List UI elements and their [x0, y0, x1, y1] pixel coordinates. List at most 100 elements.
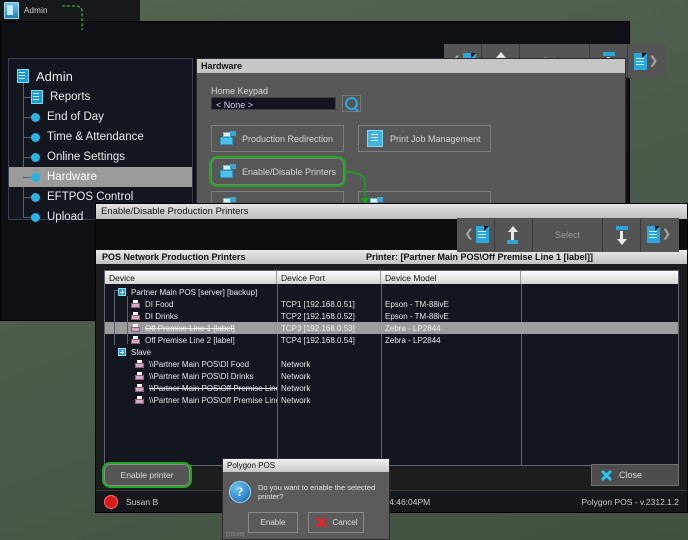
column-header-device-port[interactable]: Device Port [277, 271, 381, 284]
table-row[interactable]: \\Partner Main POS\DI Food Network [105, 358, 678, 370]
admin-nav-tree: Admin Reports End of Day Time & Attendan… [8, 58, 193, 223]
cell-device: \\Partner Main POS\DI Drinks [149, 371, 254, 381]
button-label: Print Job Management [390, 133, 481, 144]
panel-header: Hardware [197, 59, 625, 73]
table-row[interactable]: \\Partner Main POS\DI Drinks Network [105, 370, 678, 382]
document-right-chevron-icon [646, 226, 660, 243]
column-header-device-model[interactable]: Device Model [381, 271, 521, 284]
enable-button[interactable]: Enable [248, 512, 298, 533]
table-row[interactable]: \\Partner Main POS\Off Premise Line 1 [l… [105, 382, 678, 394]
close-button-label: Close [619, 470, 643, 480]
printer-icon [131, 336, 140, 344]
confirm-dialog-buttons: Enable Cancel [223, 512, 389, 533]
sidebar-item-time-attendance[interactable]: Time & Attendance [9, 127, 192, 147]
home-keypad-search-button[interactable] [342, 95, 361, 112]
bullet-icon [31, 172, 40, 182]
cell-port: Network [281, 359, 311, 369]
dialog-toolbar-prev-document-button[interactable]: ❮ [456, 217, 495, 252]
cell-model: Epson - TM-88ivE [385, 311, 449, 321]
question-icon: ? [229, 481, 251, 503]
nav-root-label: Admin [36, 68, 73, 84]
sidebar-item-label: Hardware [47, 171, 97, 183]
table-row-selected[interactable]: Off Premise Line 1 [label] TCP3 [192.168… [105, 322, 678, 334]
sidebar-item-end-of-day[interactable]: End of Day [9, 107, 192, 127]
printer-icon [220, 130, 236, 146]
cell-port: TCP1 [192.168.0.51] [281, 299, 355, 309]
expand-box-icon[interactable] [118, 288, 126, 296]
panel-title: Hardware [201, 61, 243, 71]
cell-model: Zebra - LP2844 [385, 323, 441, 333]
cancel-button[interactable]: Cancel [308, 512, 364, 533]
printer-icon [131, 312, 140, 320]
cell-device: Off Premise Line 2 [label] [145, 335, 235, 345]
table-row[interactable]: DI Food TCP1 [192.168.0.51] Epson - TM-8… [105, 298, 678, 310]
cell-model: Zebra - LP2844 [385, 335, 441, 345]
close-button[interactable]: Close [591, 464, 679, 486]
cell-model: Epson - TM-88ivE [385, 299, 449, 309]
cell-port: TCP4 [192.168.0.54] [281, 335, 355, 345]
printer-icon [135, 396, 144, 404]
dialog-toolbar-select-button[interactable]: Select [532, 217, 603, 252]
app-window-icon [4, 2, 19, 19]
column-header-device[interactable]: Device [105, 271, 277, 284]
dialog-title: Enable/Disable Production Printers [101, 206, 249, 217]
selected-printer-label: Printer: [Partner Main POS\Off Premise L… [365, 252, 593, 262]
dialog-toolbar-next-document-button[interactable]: ❯ [641, 217, 679, 252]
sidebar-item-label: Reports [50, 91, 91, 103]
sidebar-item-reports[interactable]: Reports [9, 87, 192, 107]
table-row[interactable]: DI Drinks TCP2 [192.168.0.52] Epson - TM… [105, 310, 678, 322]
printers-grid[interactable]: Device Device Port Device Model Partner [104, 270, 679, 466]
dialog-toolbar-upload-button[interactable] [494, 217, 533, 252]
sidebar-item-label: EFTPOS Control [47, 191, 134, 203]
status-bar: Susan B 2023 04:46:04PM Polygon POS - v.… [96, 490, 687, 512]
sidebar-item-online-settings[interactable]: Online Settings [9, 147, 192, 167]
enable-disable-printers-dialog: Enable/Disable Production Printers ❮ Sel… [95, 203, 688, 513]
sidebar-item-label: Online Settings [47, 151, 125, 163]
bullet-icon [31, 112, 40, 122]
cancel-button-label: Cancel [332, 518, 358, 527]
sidebar-item-label: Upload [47, 211, 84, 223]
cell-port: TCP2 [192.168.0.52] [281, 311, 355, 321]
table-row[interactable]: Slave [105, 346, 678, 358]
taskbar-app-label: Admin [24, 6, 48, 15]
chevron-right-icon: ❯ [648, 54, 659, 67]
table-row[interactable]: Partner Main POS [server] [backup] [105, 286, 678, 298]
dialog-toolbar: ❮ Select ❯ [456, 217, 679, 252]
confirm-dialog-title: Polygon POS [227, 461, 276, 470]
bullet-icon [31, 212, 40, 222]
document-right-chevron-icon [633, 52, 647, 70]
upload-arrow-icon [505, 225, 521, 244]
sidebar-item-hardware[interactable]: Hardware [9, 167, 192, 187]
expand-box-icon[interactable] [118, 348, 126, 356]
magnifier-icon [345, 97, 358, 110]
table-row[interactable]: Off Premise Line 2 [label] TCP4 [192.168… [105, 334, 678, 346]
cell-device: \\Partner Main POS\Off Premise Line 2 [l… [149, 395, 277, 405]
dialog-toolbar-download-button[interactable] [603, 217, 641, 252]
enable-disable-printers-button[interactable]: Enable/Disable Printers [209, 156, 346, 187]
grid-header-row: Device Device Port Device Model [105, 271, 678, 284]
enable-printer-button[interactable]: Enable printer [102, 462, 192, 488]
status-dot-icon [104, 494, 118, 509]
nav-root-admin[interactable]: Admin [9, 65, 192, 87]
network-printers-label: POS Network Production Printers [102, 252, 246, 262]
hardware-panel: Hardware Home Keypad < None > Production… [196, 58, 626, 218]
bullet-icon [31, 152, 40, 162]
printer-icon [135, 384, 144, 392]
cell-device: DI Food [145, 299, 174, 309]
document-left-chevron-icon [475, 226, 489, 243]
toolbar-next-document-button[interactable]: ❯ [628, 44, 667, 78]
print-job-management-button[interactable]: Print Job Management [358, 125, 491, 152]
module-icon [31, 90, 43, 104]
cell-port: Network [281, 371, 311, 381]
confirm-dialog: Polygon POS ? Do you want to enable the … [222, 458, 390, 540]
bullet-icon [31, 132, 40, 142]
chevron-left-icon: ❮ [464, 228, 474, 240]
status-version: Polygon POS - v.2312.1.2 [581, 496, 679, 507]
confirm-dialog-message: Do you want to enable the selected print… [258, 483, 376, 501]
home-keypad-value[interactable]: < None > [211, 97, 336, 110]
taskbar[interactable]: Admin [0, 0, 140, 21]
home-keypad-label: Home Keypad [211, 86, 269, 96]
table-row[interactable]: \\Partner Main POS\Off Premise Line 2 [l… [105, 394, 678, 406]
production-redirection-button[interactable]: Production Redirection [211, 125, 344, 152]
cell-device: Off Premise Line 1 [label] [145, 323, 235, 333]
